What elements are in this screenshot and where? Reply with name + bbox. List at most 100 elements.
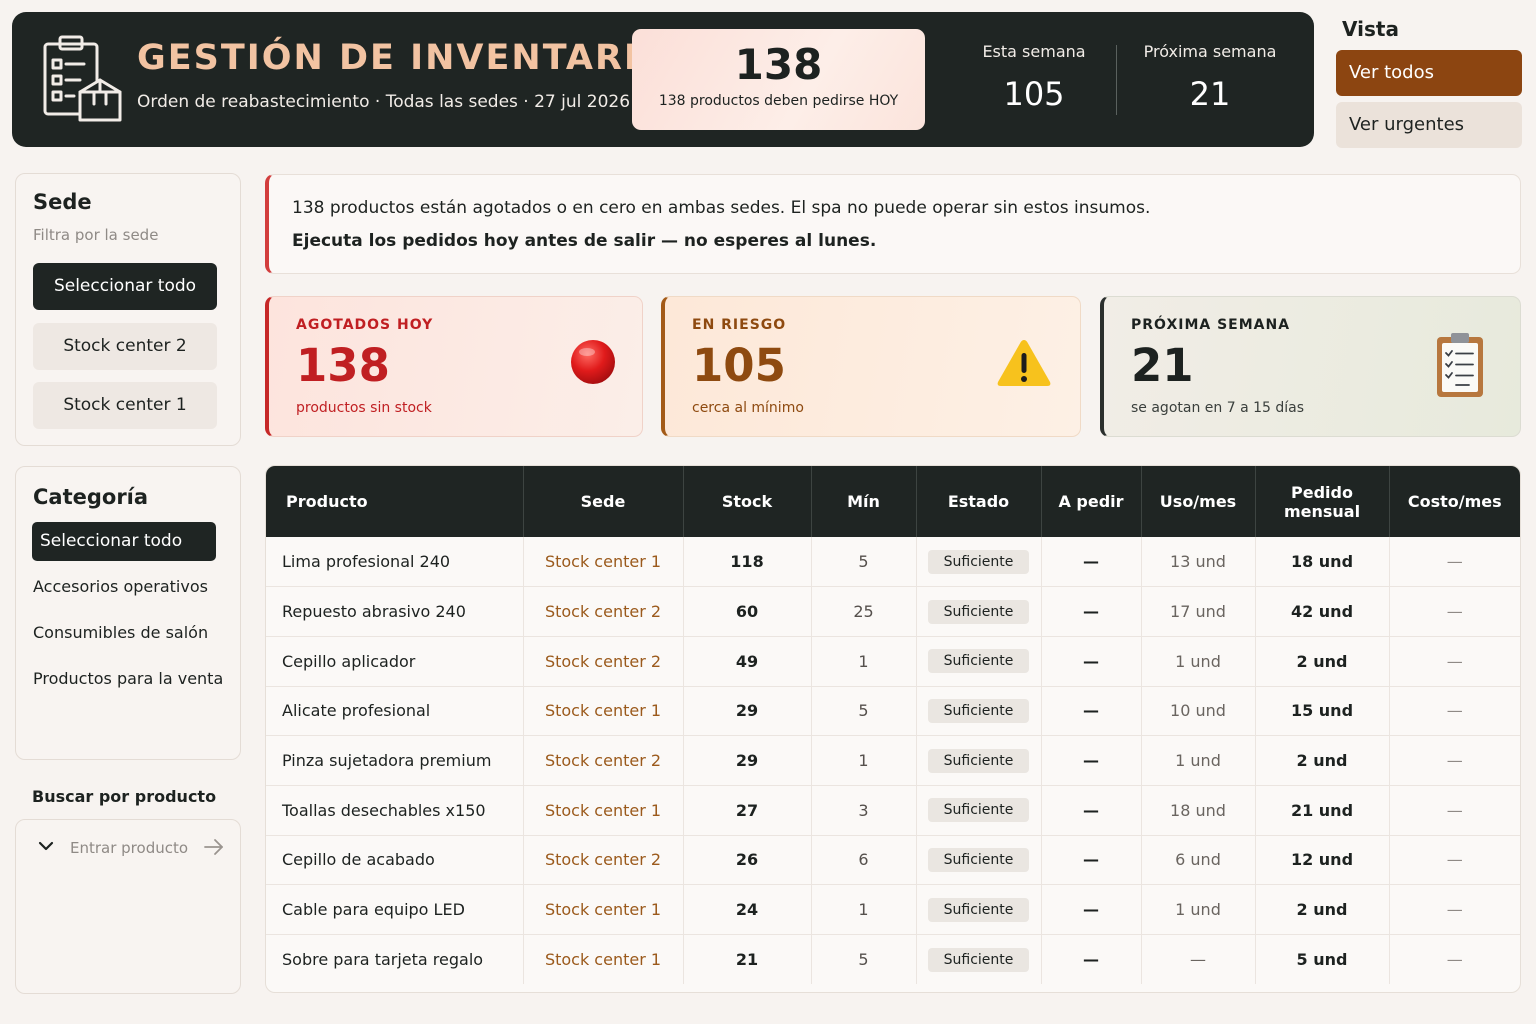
cell-uso-mes: 13 und <box>1141 537 1256 587</box>
page-subtitle: Orden de reabastecimiento · Todas las se… <box>137 92 631 112</box>
cell-pedido-mensual: 21 und <box>1255 785 1390 836</box>
cell-estado: Suficiente <box>916 884 1042 935</box>
cell-costo-mes: — <box>1446 900 1463 920</box>
cell-sede: Stock center 1 <box>523 537 684 587</box>
this-week-label: Esta semana <box>982 42 1086 61</box>
status-badge: Suficiente <box>927 599 1030 624</box>
category-filter-panel: Categoría Seleccionar todo Accesorios op… <box>15 466 241 760</box>
cell-min: 1 <box>811 636 917 687</box>
cell-uso-mes: 17 und <box>1141 586 1256 637</box>
product-search-input[interactable] <box>70 836 200 860</box>
cell-costo-mes: — <box>1446 602 1463 622</box>
chevron-down-icon[interactable] <box>38 837 54 855</box>
cell-min: 25 <box>811 586 917 637</box>
cell-producto: Cable para equipo LED <box>266 884 524 935</box>
alert-call-to-action: Ejecuta los pedidos hoy antes de salir —… <box>292 231 877 251</box>
sede-select-all-button[interactable]: Seleccionar todo <box>33 263 217 310</box>
category-select-all-button[interactable]: Seleccionar todo <box>32 522 216 561</box>
column-header-stock[interactable]: Stock <box>683 466 812 537</box>
column-header-min[interactable]: Mín <box>811 466 917 537</box>
cell-pedido-mensual: 2 und <box>1255 884 1390 935</box>
cell-uso-mes: 18 und <box>1141 785 1256 836</box>
sede-option-stock-center-2[interactable]: Stock center 2 <box>33 323 217 370</box>
cell-estado: Suficiente <box>916 586 1042 637</box>
table-row[interactable]: Lima profesional 240 Stock center 1 118 … <box>266 537 1520 587</box>
warning-triangle-icon <box>997 340 1051 386</box>
kpi-card-at-risk: EN RIESGO 105 cerca al mínimo <box>661 296 1081 437</box>
table-row[interactable]: Sobre para tarjeta regalo Stock center 1… <box>266 934 1520 985</box>
cell-min: 5 <box>811 537 917 587</box>
vista-title: Vista <box>1342 17 1399 41</box>
cell-producto: Cepillo de acabado <box>266 835 524 885</box>
table-row[interactable]: Cepillo aplicador Stock center 2 49 1 Su… <box>266 636 1520 687</box>
cell-costo-mes: — <box>1446 850 1463 870</box>
this-week-stat: Esta semana 105 <box>949 42 1119 113</box>
arrow-right-icon[interactable] <box>202 837 226 857</box>
cell-producto: Sobre para tarjeta regalo <box>266 934 524 985</box>
category-title: Categoría <box>33 485 149 509</box>
cell-stock: 24 <box>683 884 812 935</box>
kpi-label: EN RIESGO <box>692 317 787 333</box>
kpi-caption: cerca al mínimo <box>692 400 804 416</box>
kpi-value: 105 <box>692 339 786 392</box>
cell-costo-mes: — <box>1446 552 1463 572</box>
cell-sede: Stock center 2 <box>523 636 684 687</box>
kpi-card-out-of-stock: AGOTADOS HOY 138 productos sin stock <box>265 296 643 437</box>
column-header-estado[interactable]: Estado <box>916 466 1042 537</box>
table-row[interactable]: Pinza sujetadora premium Stock center 2 … <box>266 735 1520 786</box>
column-header-a-pedir[interactable]: A pedir <box>1041 466 1142 537</box>
kpi-caption: se agotan en 7 a 15 días <box>1131 400 1305 416</box>
clipboard-checklist-icon <box>1437 333 1483 397</box>
cell-estado: Suficiente <box>916 835 1042 885</box>
table-row[interactable]: Alicate profesional Stock center 1 29 5 … <box>266 686 1520 736</box>
category-option-accesorios[interactable]: Accesorios operativos <box>33 577 208 596</box>
kpi-label: PRÓXIMA SEMANA <box>1131 317 1291 333</box>
status-badge: Suficiente <box>927 549 1030 574</box>
critical-alert-banner: 138 productos están agotados o en cero e… <box>265 174 1521 274</box>
kpi-label: AGOTADOS HOY <box>296 317 434 333</box>
cell-min: 1 <box>811 735 917 786</box>
cell-costo-mes: — <box>1446 651 1463 671</box>
column-header-pedido-mensual[interactable]: Pedido mensual <box>1255 466 1390 537</box>
sede-option-stock-center-1[interactable]: Stock center 1 <box>33 382 217 429</box>
table-row[interactable]: Cepillo de acabado Stock center 2 26 6 S… <box>266 835 1520 885</box>
column-header-producto[interactable]: Producto <box>266 466 524 537</box>
cell-estado: Suficiente <box>916 686 1042 736</box>
table-row[interactable]: Toallas desechables x150 Stock center 1 … <box>266 785 1520 836</box>
status-badge: Suficiente <box>927 748 1030 773</box>
cell-pedido-mensual: 5 und <box>1255 934 1390 985</box>
status-badge: Suficiente <box>927 947 1030 972</box>
view-urgent-button[interactable]: Ver urgentes <box>1336 102 1522 148</box>
column-header-uso-mes[interactable]: Uso/mes <box>1141 466 1256 537</box>
cell-estado: Suficiente <box>916 735 1042 786</box>
stat-divider <box>1116 45 1117 115</box>
cell-producto: Cepillo aplicador <box>266 636 524 687</box>
category-option-consumibles[interactable]: Consumibles de salón <box>33 623 208 642</box>
search-title: Buscar por producto <box>32 787 217 806</box>
cell-stock: 21 <box>683 934 812 985</box>
cell-pedido-mensual: 12 und <box>1255 835 1390 885</box>
category-option-productos-venta[interactable]: Productos para la venta <box>33 669 223 688</box>
table-row[interactable]: Cable para equipo LED Stock center 1 24 … <box>266 884 1520 935</box>
column-header-costo-mes[interactable]: Costo/mes <box>1389 466 1520 537</box>
cell-stock: 26 <box>683 835 812 885</box>
today-summary-text: 138 productos deben pedirse HOY <box>658 93 899 109</box>
cell-costo-mes: — <box>1446 701 1463 721</box>
cell-sede: Stock center 1 <box>523 934 684 985</box>
status-badge: Suficiente <box>927 847 1030 872</box>
column-header-sede[interactable]: Sede <box>523 466 684 537</box>
cell-a-pedir: — <box>1041 934 1142 985</box>
cell-stock: 60 <box>683 586 812 637</box>
status-badge: Suficiente <box>927 698 1030 723</box>
cell-min: 5 <box>811 934 917 985</box>
view-all-button[interactable]: Ver todos <box>1336 50 1522 96</box>
cell-producto: Repuesto abrasivo 240 <box>266 586 524 637</box>
cell-min: 3 <box>811 785 917 836</box>
cell-sede: Stock center 1 <box>523 785 684 836</box>
cell-estado: Suficiente <box>916 636 1042 687</box>
sede-subtitle: Filtra por la sede <box>33 226 159 244</box>
cell-producto: Toallas desechables x150 <box>266 785 524 836</box>
cell-pedido-mensual: 2 und <box>1255 636 1390 687</box>
table-row[interactable]: Repuesto abrasivo 240 Stock center 2 60 … <box>266 586 1520 637</box>
app-header: GESTIÓN DE INVENTARIOS Orden de reabaste… <box>12 12 1314 147</box>
